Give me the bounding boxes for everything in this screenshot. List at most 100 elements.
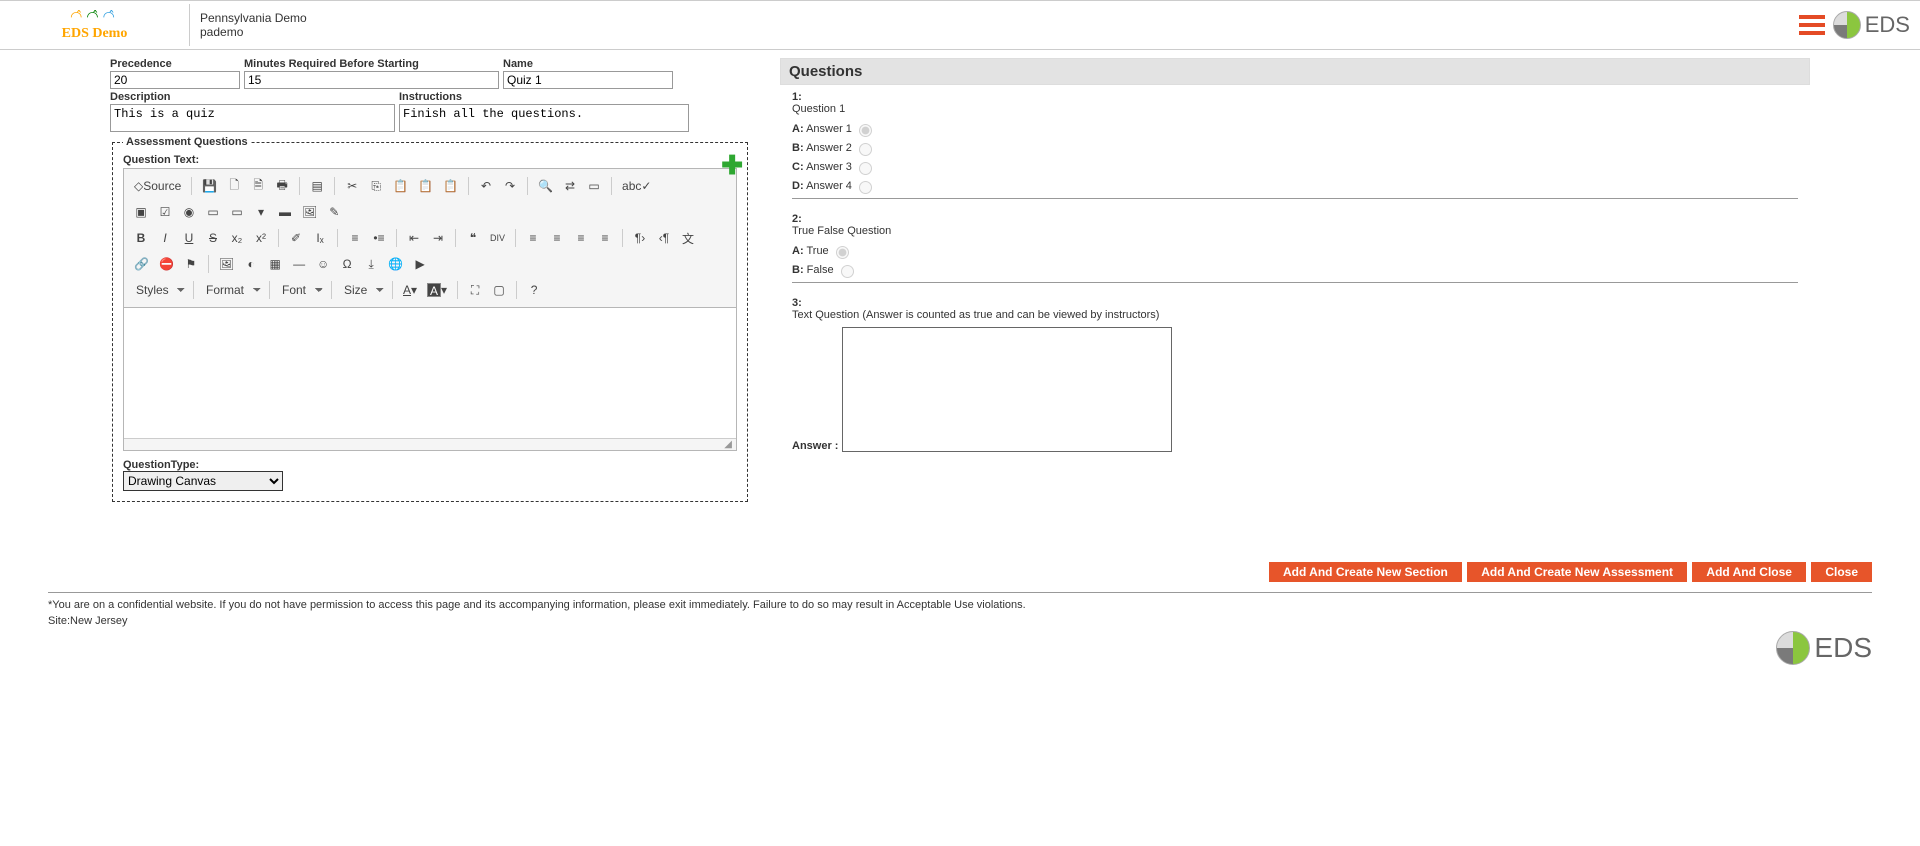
add-close-button[interactable]: Add And Close (1692, 562, 1806, 582)
styles-select[interactable]: Styles (130, 279, 187, 301)
image-icon[interactable]: 🖼 (215, 253, 238, 275)
radio-icon[interactable]: ◉ (178, 201, 200, 223)
option-radio[interactable] (859, 124, 872, 137)
question-type-select[interactable]: Drawing Canvas (123, 471, 283, 491)
form-icon[interactable]: ▣ (130, 201, 152, 223)
preview-icon[interactable]: 🗎 (247, 175, 269, 197)
hidden-field-icon[interactable]: ✎ (323, 201, 345, 223)
pagebreak-icon[interactable]: ⤓ (360, 253, 382, 275)
smiley-icon[interactable]: ☺ (312, 253, 334, 275)
leaf-icon (1776, 631, 1810, 665)
unordered-list-icon[interactable]: •≡ (368, 227, 390, 249)
precedence-input[interactable] (110, 71, 240, 89)
bgcolor-icon[interactable]: A▾ (423, 279, 451, 301)
showblocks-icon[interactable]: ▢ (488, 279, 510, 301)
find-icon[interactable]: 🔍 (534, 175, 557, 197)
add-question-icon[interactable]: ✚ (721, 152, 743, 178)
question-text: Question 1 (792, 103, 1798, 115)
textarea-icon[interactable]: ▭ (226, 201, 248, 223)
add-assessment-button[interactable]: Add And Create New Assessment (1467, 562, 1687, 582)
maximize-icon[interactable]: ⛶ (464, 279, 486, 301)
print-icon[interactable]: 🖶 (271, 175, 293, 197)
save-icon[interactable]: 💾 (198, 175, 221, 197)
replace-icon[interactable]: ⇄ (559, 175, 581, 197)
outdent-icon[interactable]: ⇤ (403, 227, 425, 249)
new-icon[interactable]: 🗋 (223, 175, 245, 197)
option-radio[interactable] (841, 265, 854, 278)
font-select[interactable]: Font (276, 279, 325, 301)
editor-body[interactable] (124, 308, 736, 438)
name-input[interactable] (503, 71, 673, 89)
subscript-icon[interactable]: x₂ (226, 227, 248, 249)
textcolor-icon[interactable]: A▾ (399, 279, 421, 301)
strike-icon[interactable]: S (202, 227, 224, 249)
embed-icon[interactable]: ▶ (409, 253, 431, 275)
selectall-icon[interactable]: ▭ (583, 175, 605, 197)
template-icon[interactable]: ▤ (306, 175, 328, 197)
option-radio[interactable] (859, 143, 872, 156)
answer-textarea[interactable] (842, 327, 1172, 452)
select-icon[interactable]: ▾ (250, 201, 272, 223)
description-textarea[interactable]: This is a quiz (110, 104, 395, 132)
removeformat-icon[interactable]: Iₓ (309, 227, 331, 249)
option-radio[interactable] (859, 162, 872, 175)
ordered-list-icon[interactable]: ≡ (344, 227, 366, 249)
option-radio[interactable] (859, 181, 872, 194)
hr-icon[interactable]: — (288, 253, 310, 275)
align-right-icon[interactable]: ≡ (570, 227, 592, 249)
option-letter: A: (792, 245, 804, 257)
question-divider (792, 198, 1798, 199)
rtl-icon[interactable]: ‹¶ (653, 227, 675, 249)
option-radio[interactable] (836, 246, 849, 259)
instructions-textarea[interactable]: Finish all the questions. (399, 104, 689, 132)
superscript-icon[interactable]: x² (250, 227, 272, 249)
content: Precedence Minutes Required Before Start… (0, 50, 1920, 542)
ltr-icon[interactable]: ¶› (629, 227, 651, 249)
italic-icon[interactable]: I (154, 227, 176, 249)
div-icon[interactable]: DIV (486, 227, 509, 249)
button-icon[interactable]: ▬ (274, 201, 296, 223)
minutes-input[interactable] (244, 71, 499, 89)
checkbox-icon[interactable]: ☑ (154, 201, 176, 223)
source-button[interactable]: ◇ Source (130, 175, 185, 197)
undo-icon[interactable]: ↶ (475, 175, 497, 197)
redo-icon[interactable]: ↷ (499, 175, 521, 197)
quote-icon[interactable]: ❝ (462, 227, 484, 249)
spellcheck-icon[interactable]: abc✓ (618, 175, 655, 197)
paste-text-icon[interactable]: 📋 (414, 175, 437, 197)
disclaimer-text: *You are on a confidential website. If y… (48, 599, 1872, 611)
iframe-icon[interactable]: 🌐 (384, 253, 407, 275)
underline-icon[interactable]: U (178, 227, 200, 249)
hamburger-menu-icon[interactable] (1799, 15, 1825, 35)
question-number: 1: (792, 91, 1798, 103)
option-label: Answer 4 (806, 180, 852, 192)
align-justify-icon[interactable]: ≡ (594, 227, 616, 249)
cut-icon[interactable]: ✂ (341, 175, 363, 197)
size-select[interactable]: Size (338, 279, 386, 301)
footer-divider (48, 592, 1872, 593)
add-section-button[interactable]: Add And Create New Section (1269, 562, 1462, 582)
image-button-icon[interactable]: 🖼 (298, 201, 321, 223)
align-left-icon[interactable]: ≡ (522, 227, 544, 249)
help-icon[interactable]: ? (523, 279, 545, 301)
unlink-icon[interactable]: ⛔ (155, 253, 178, 275)
table-icon[interactable]: ▦ (264, 253, 286, 275)
leaf-icon (1833, 11, 1861, 39)
textfield-icon[interactable]: ▭ (202, 201, 224, 223)
paste-word-icon[interactable]: 📋 (439, 175, 462, 197)
questions-list: 1: Question 1 A: Answer 1 B: Answer 2 (780, 85, 1810, 460)
paste-icon[interactable]: 📋 (389, 175, 412, 197)
eraser-icon[interactable]: ✐ (285, 227, 307, 249)
flash-icon[interactable]: ◐ (240, 253, 262, 275)
format-select[interactable]: Format (200, 279, 263, 301)
editor-resize-handle[interactable]: ◢ (124, 438, 736, 450)
align-center-icon[interactable]: ≡ (546, 227, 568, 249)
specialchar-icon[interactable]: Ω (336, 253, 358, 275)
language-icon[interactable]: 文 (677, 227, 699, 249)
copy-icon[interactable]: ⎘ (365, 175, 387, 197)
close-button[interactable]: Close (1811, 562, 1872, 582)
anchor-icon[interactable]: ⚑ (180, 253, 202, 275)
link-icon[interactable]: 🔗 (130, 253, 153, 275)
bold-icon[interactable]: B (130, 227, 152, 249)
indent-icon[interactable]: ⇥ (427, 227, 449, 249)
